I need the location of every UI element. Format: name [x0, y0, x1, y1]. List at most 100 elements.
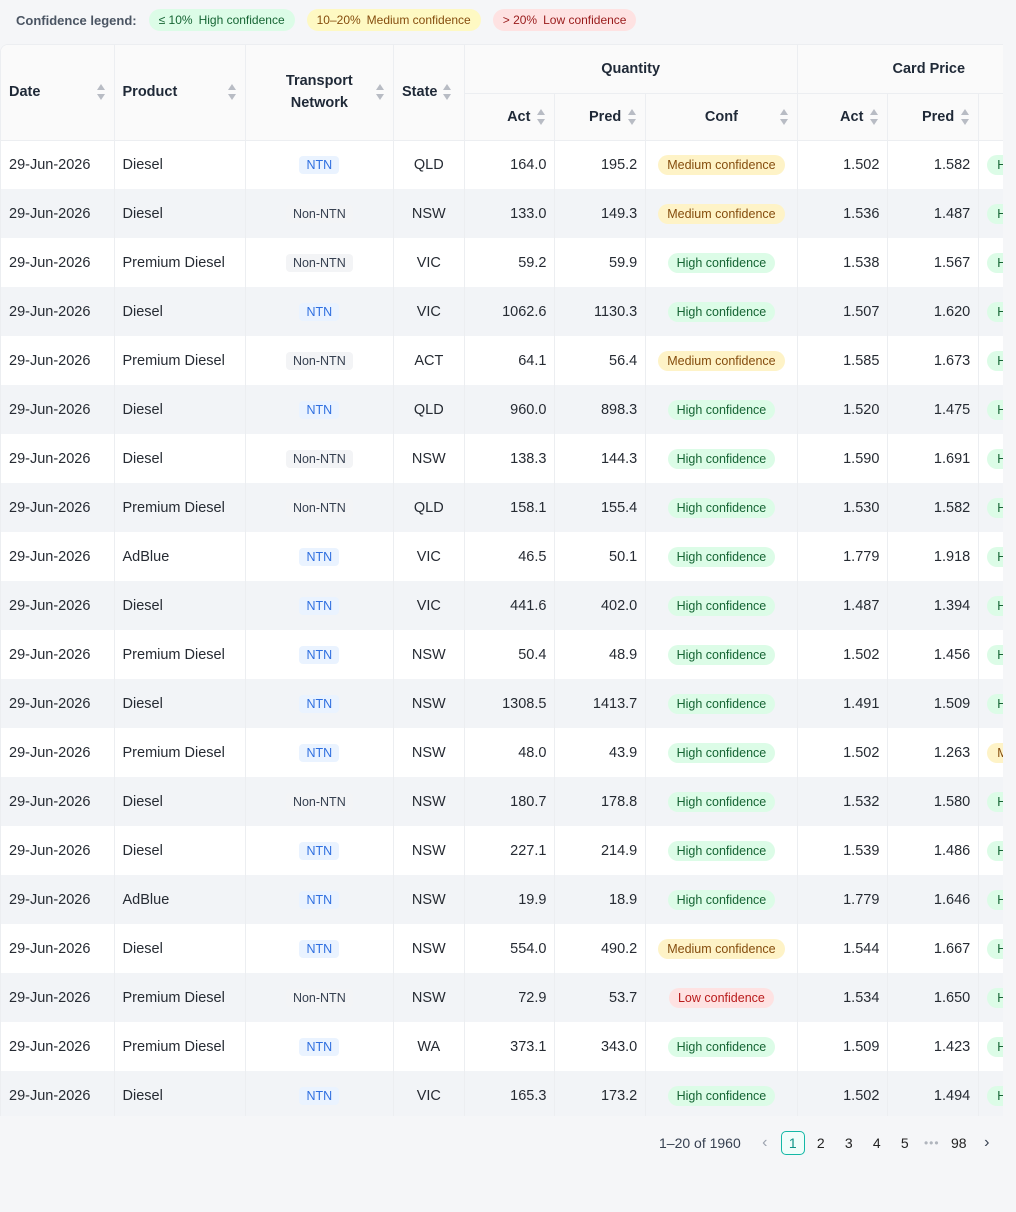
column-header-quantity-pred[interactable]: Pred: [554, 93, 647, 141]
confidence-badge: H: [987, 252, 1003, 273]
table-row[interactable]: 29-Jun-2026 Premium Diesel NTN NSW 48.0 43.9 H…: [1, 728, 1003, 777]
cell-price-conf: H: [978, 189, 1003, 238]
table-row[interactable]: 29-Jun-2026 Premium Diesel NTN NSW 50.4 48.9 H…: [1, 630, 1003, 679]
column-header-state[interactable]: State: [393, 45, 465, 141]
sort-icon[interactable]: [96, 84, 106, 101]
sort-icon[interactable]: [779, 108, 789, 125]
cell-price-pred: 1.487: [887, 189, 980, 238]
column-header-price-conf[interactable]: [978, 93, 1003, 141]
cell-quantity-pred: 1413.7: [554, 679, 647, 728]
sort-icon[interactable]: [443, 84, 452, 101]
sort-icon[interactable]: [227, 84, 237, 101]
sort-icon[interactable]: [961, 108, 970, 125]
page-button-5[interactable]: 5: [893, 1131, 917, 1155]
cell-price-pred: 1.456: [887, 630, 980, 679]
cell-price-act: 1.491: [797, 679, 889, 728]
column-header-quantity-act[interactable]: Act: [464, 93, 556, 141]
confidence-badge: H: [987, 1085, 1003, 1106]
cell-quantity-act: 164.0: [464, 140, 556, 189]
confidence-badge: High confidence: [667, 399, 776, 420]
cell-quantity-conf: High confidence: [645, 385, 798, 434]
confidence-badge: High confidence: [667, 742, 776, 763]
cell-price-act: 1.779: [797, 875, 889, 924]
table-row[interactable]: 29-Jun-2026 Premium Diesel Non-NTN VIC 59.2 5…: [1, 238, 1003, 287]
cell-product: Premium Diesel: [114, 238, 246, 287]
network-badge: Non-NTN: [285, 498, 353, 517]
cell-product: AdBlue: [114, 532, 246, 581]
cell-quantity-act: 165.3: [464, 1071, 556, 1116]
confidence-badge: Medium confidence: [658, 938, 785, 959]
cell-quantity-conf: Medium confidence: [645, 924, 798, 973]
table-row[interactable]: 29-Jun-2026 Premium Diesel Non-NTN QLD 158.1…: [1, 483, 1003, 532]
cell-product: Premium Diesel: [114, 630, 246, 679]
table-row[interactable]: 29-Jun-2026 Diesel Non-NTN NSW 180.7 178.8 Hig…: [1, 777, 1003, 826]
table-row[interactable]: 29-Jun-2026 Diesel NTN QLD 960.0 898.3 High co…: [1, 385, 1003, 434]
page-button-3[interactable]: 3: [837, 1131, 861, 1155]
column-group-quantity-label: Quantity: [601, 60, 661, 77]
column-header-date-label: Date: [9, 84, 41, 101]
pagination-summary: 1–20 of 1960: [659, 1135, 741, 1151]
table-row[interactable]: 29-Jun-2026 Premium Diesel Non-NTN ACT 64.1 5…: [1, 336, 1003, 385]
cell-product: Diesel: [114, 826, 246, 875]
table-row[interactable]: 29-Jun-2026 Diesel Non-NTN NSW 133.0 149.3 Med…: [1, 189, 1003, 238]
table-row[interactable]: 29-Jun-2026 Premium Diesel Non-NTN NSW 72.9 5…: [1, 973, 1003, 1022]
table-row[interactable]: 29-Jun-2026 AdBlue NTN NSW 19.9 18.9 High conf…: [1, 875, 1003, 924]
column-header-date[interactable]: Date: [1, 45, 115, 141]
sort-icon[interactable]: [537, 108, 546, 125]
network-badge: NTN: [299, 400, 340, 419]
column-header-product[interactable]: Product: [114, 45, 246, 141]
column-header-price-act[interactable]: Act: [797, 93, 889, 141]
page-button-last[interactable]: 98: [947, 1131, 971, 1155]
cell-price-pred: 1.475: [887, 385, 980, 434]
column-header-transport-network[interactable]: Transport Network: [245, 45, 395, 141]
cell-price-act: 1.520: [797, 385, 889, 434]
cell-quantity-act: 1308.5: [464, 679, 556, 728]
cell-date: 29-Jun-2026: [1, 924, 115, 973]
cell-quantity-act: 133.0: [464, 189, 556, 238]
table-row[interactable]: 29-Jun-2026 Diesel NTN NSW 554.0 490.2 Medium …: [1, 924, 1003, 973]
cell-product: Diesel: [114, 581, 246, 630]
column-group-card-price-label: Card Price: [892, 60, 966, 77]
legend-medium-pill: 10–20% Medium confidence: [306, 9, 481, 31]
page-button-2[interactable]: 2: [809, 1131, 833, 1155]
confidence-badge: Medium confidence: [658, 203, 785, 224]
legend-medium-label: Medium confidence: [366, 13, 471, 27]
cell-date: 29-Jun-2026: [1, 1022, 115, 1071]
sort-icon[interactable]: [628, 108, 637, 125]
cell-state: VIC: [393, 287, 465, 336]
cell-quantity-conf: High confidence: [645, 287, 798, 336]
table-row[interactable]: 29-Jun-2026 Diesel NTN VIC 1062.6 1130.3 High …: [1, 287, 1003, 336]
column-group-quantity: Quantity: [464, 45, 798, 94]
page-button-4[interactable]: 4: [865, 1131, 889, 1155]
legend-low-threshold: > 20%: [502, 13, 538, 27]
sort-icon[interactable]: [376, 84, 385, 101]
column-header-quantity-act-label: Act: [507, 108, 531, 125]
table-row[interactable]: 29-Jun-2026 Diesel Non-NTN NSW 138.3 144.3 Hig…: [1, 434, 1003, 483]
confidence-badge: H: [987, 203, 1003, 224]
table-row[interactable]: 29-Jun-2026 Diesel NTN NSW 227.1 214.9 High co…: [1, 826, 1003, 875]
page-button-1[interactable]: 1: [780, 1131, 805, 1155]
sort-icon[interactable]: [870, 108, 879, 125]
cell-quantity-conf: High confidence: [645, 1071, 798, 1116]
cell-quantity-act: 373.1: [464, 1022, 556, 1071]
table-row[interactable]: 29-Jun-2026 Diesel NTN VIC 441.6 402.0 High co…: [1, 581, 1003, 630]
cell-price-act: 1.538: [797, 238, 889, 287]
table-row[interactable]: 29-Jun-2026 Diesel NTN NSW 1308.5 1413.7 High …: [1, 679, 1003, 728]
table-row[interactable]: 29-Jun-2026 Diesel NTN QLD 164.0 195.2 Medium …: [1, 140, 1003, 189]
table-row[interactable]: 29-Jun-2026 Diesel NTN VIC 165.3 173.2 High co…: [1, 1071, 1003, 1116]
table-row[interactable]: 29-Jun-2026 AdBlue NTN VIC 46.5 50.1 High conf…: [1, 532, 1003, 581]
forecast-table-container[interactable]: Date Product Transport Network State Qua…: [0, 44, 1003, 1116]
pagination-ellipsis[interactable]: •••: [920, 1136, 944, 1150]
confidence-badge: H: [987, 987, 1003, 1008]
column-header-quantity-conf[interactable]: Conf: [645, 93, 798, 141]
table-row[interactable]: 29-Jun-2026 Premium Diesel NTN WA 373.1 343.0…: [1, 1022, 1003, 1071]
cell-price-conf: H: [978, 581, 1003, 630]
cell-state: NSW: [393, 434, 465, 483]
chevron-left-icon[interactable]: ‹: [753, 1131, 777, 1155]
cell-quantity-pred: 155.4: [554, 483, 647, 532]
cell-quantity-conf: High confidence: [645, 1022, 798, 1071]
column-header-price-pred[interactable]: Pred: [887, 93, 980, 141]
chevron-right-icon[interactable]: ›: [975, 1131, 999, 1155]
confidence-badge: Me: [987, 742, 1003, 763]
cell-price-act: 1.534: [797, 973, 889, 1022]
